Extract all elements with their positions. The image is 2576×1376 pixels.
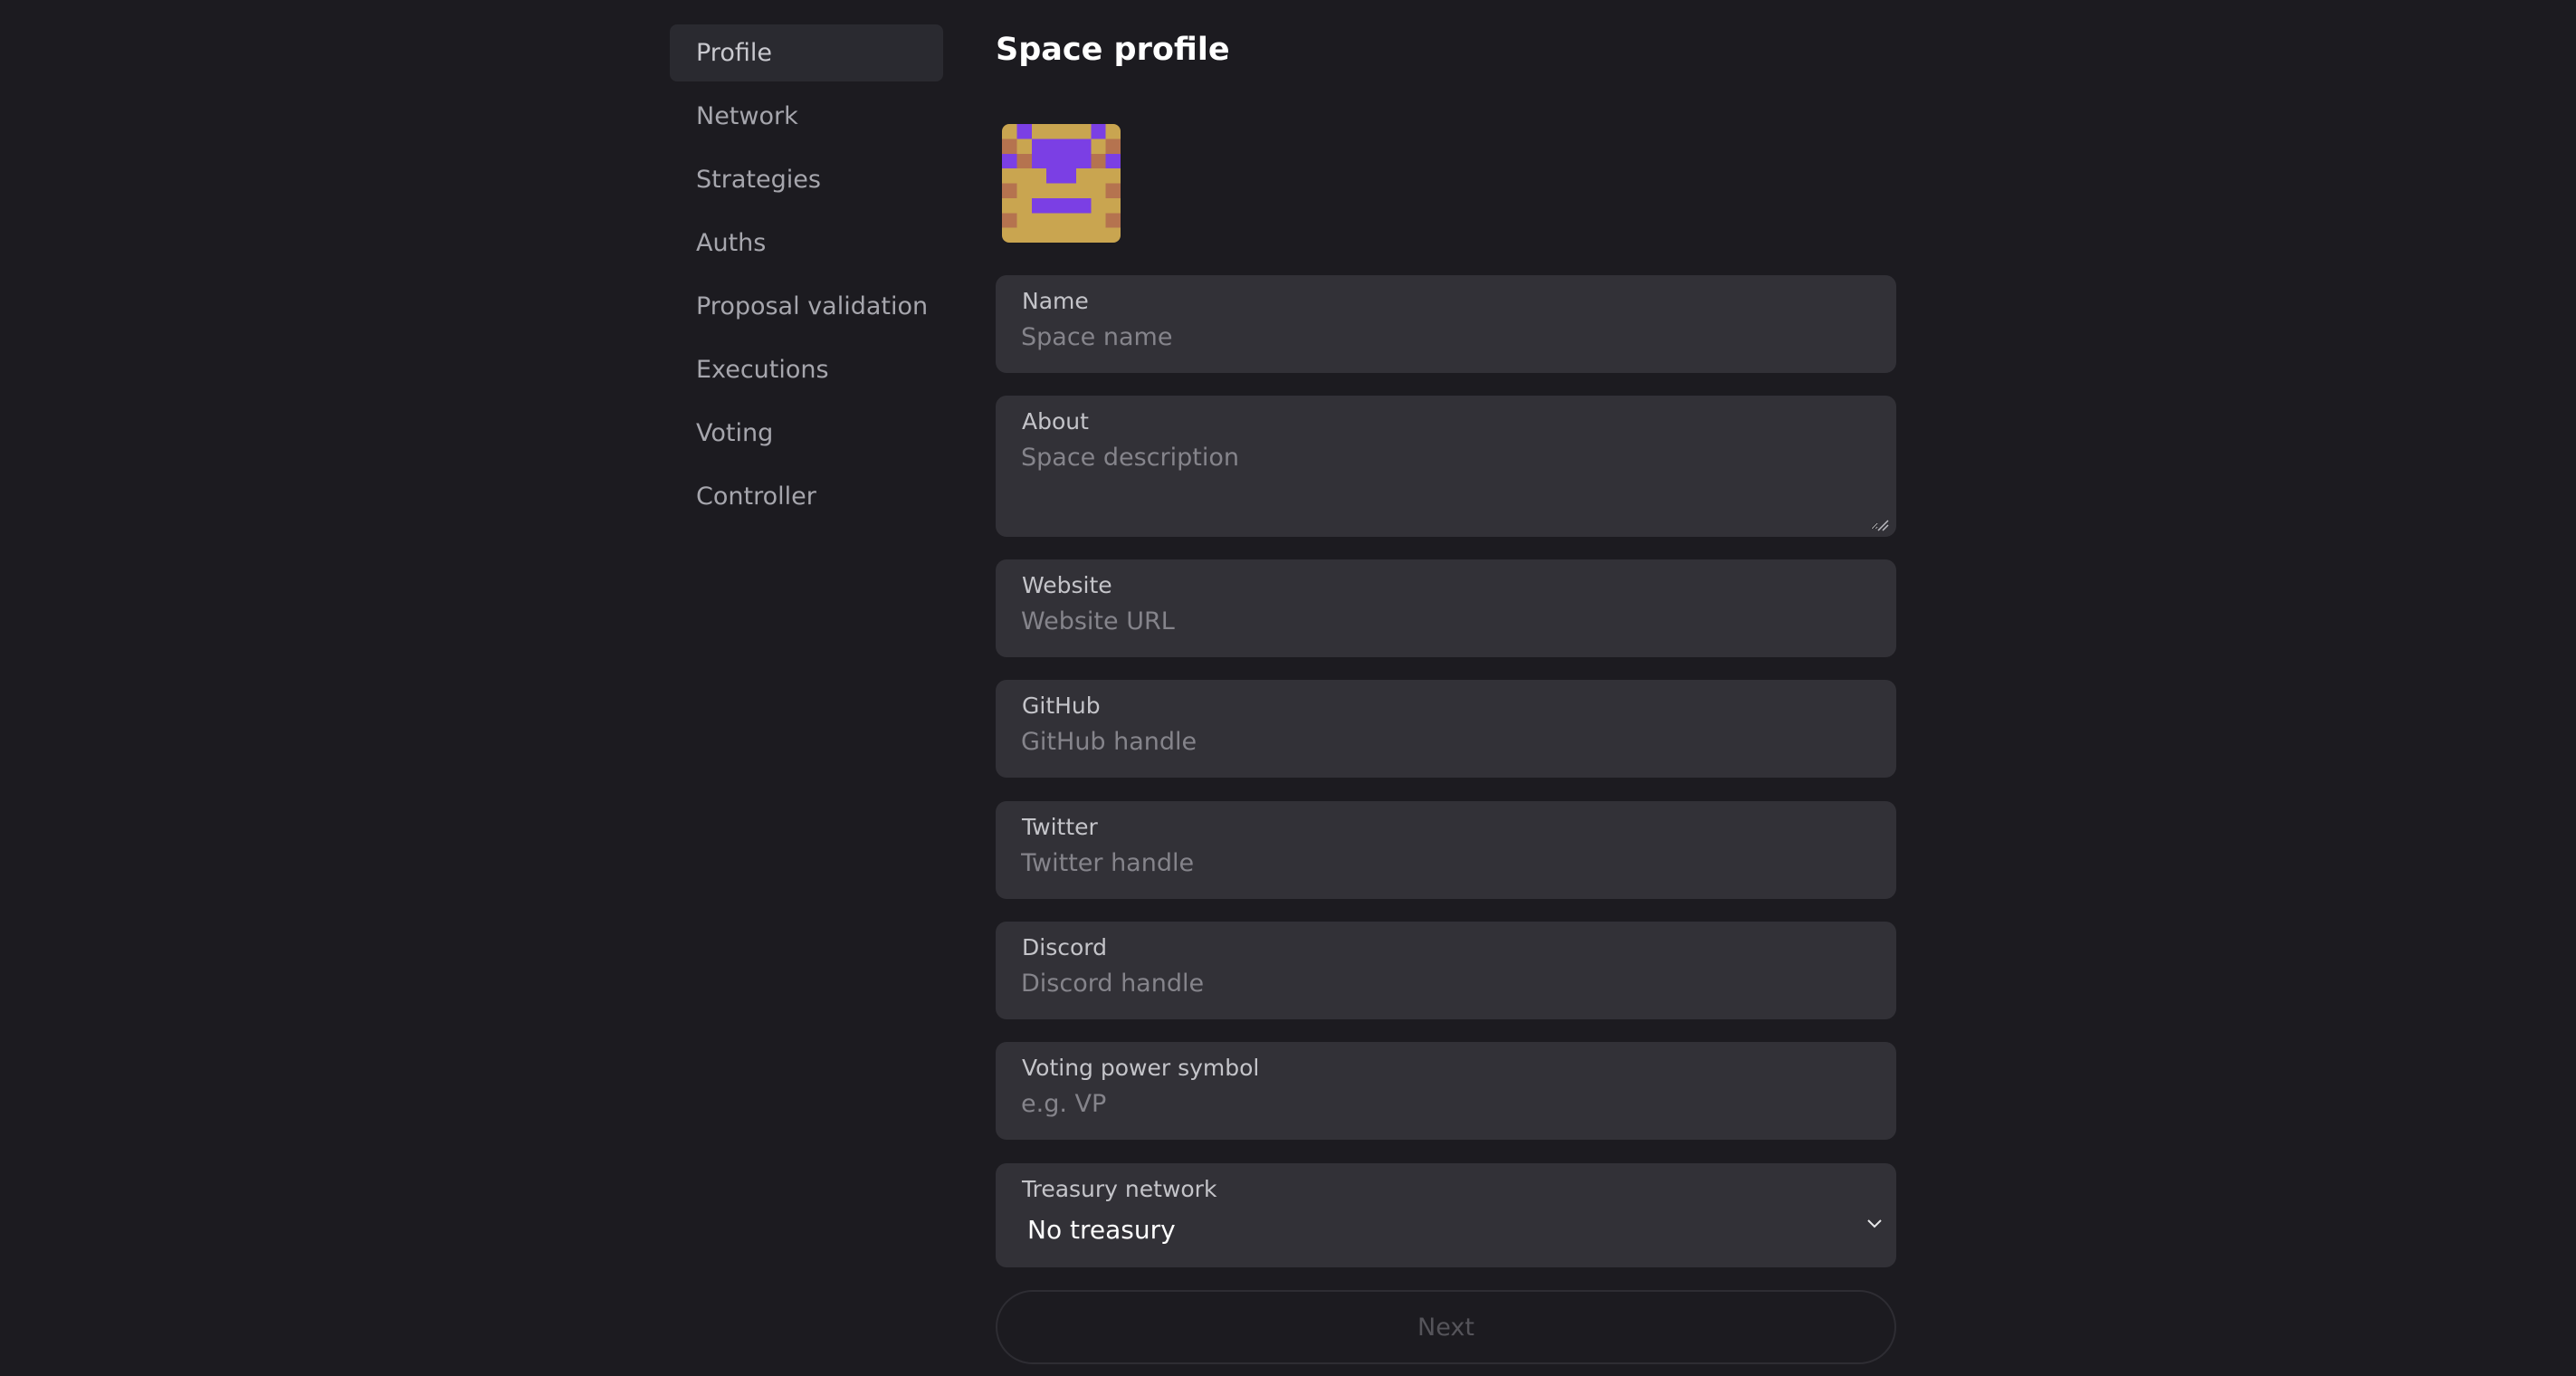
github-label: GitHub	[1022, 693, 1101, 719]
twitter-label: Twitter	[1022, 814, 1098, 840]
about-label: About	[1022, 408, 1089, 435]
about-field: About	[996, 396, 1896, 537]
github-input[interactable]	[1021, 728, 1878, 756]
sidebar-item-proposal-validation[interactable]: Proposal validation	[670, 278, 943, 335]
name-input[interactable]	[1021, 323, 1878, 351]
discord-input[interactable]	[1021, 970, 1878, 998]
treasury-network-label: Treasury network	[1022, 1176, 1217, 1202]
about-textarea[interactable]	[1021, 444, 1878, 530]
pixel-avatar-icon	[1002, 124, 1121, 243]
website-input[interactable]	[1021, 607, 1878, 635]
website-field: Website	[996, 559, 1896, 657]
voting-power-symbol-field: Voting power symbol	[996, 1042, 1896, 1140]
twitter-input[interactable]	[1021, 849, 1878, 877]
sidebar-item-profile[interactable]: Profile	[670, 24, 943, 81]
name-label: Name	[1022, 288, 1089, 314]
name-field: Name	[996, 275, 1896, 373]
sidebar-item-auths[interactable]: Auths	[670, 215, 943, 272]
github-field: GitHub	[996, 680, 1896, 778]
treasury-network-value: No treasury	[1027, 1215, 1176, 1245]
sidebar-item-executions[interactable]: Executions	[670, 341, 943, 398]
page-title: Space profile	[996, 32, 1230, 68]
voting-power-symbol-input[interactable]	[1021, 1090, 1878, 1118]
resize-grip-icon[interactable]	[1876, 519, 1889, 531]
settings-sidebar: Profile Network Strategies Auths Proposa…	[670, 24, 943, 531]
discord-field: Discord	[996, 922, 1896, 1019]
sidebar-item-strategies[interactable]: Strategies	[670, 151, 943, 208]
website-label: Website	[1022, 572, 1112, 598]
sidebar-item-network[interactable]: Network	[670, 88, 943, 145]
next-button[interactable]: Next	[996, 1290, 1896, 1364]
sidebar-item-voting[interactable]: Voting	[670, 405, 943, 462]
sidebar-item-controller[interactable]: Controller	[670, 468, 943, 525]
treasury-network-select[interactable]: Treasury network No treasury	[996, 1163, 1896, 1267]
chevron-down-icon	[1867, 1219, 1882, 1228]
voting-power-symbol-label: Voting power symbol	[1022, 1055, 1260, 1081]
space-avatar[interactable]	[1002, 124, 1121, 243]
twitter-field: Twitter	[996, 801, 1896, 899]
discord-label: Discord	[1022, 934, 1107, 960]
